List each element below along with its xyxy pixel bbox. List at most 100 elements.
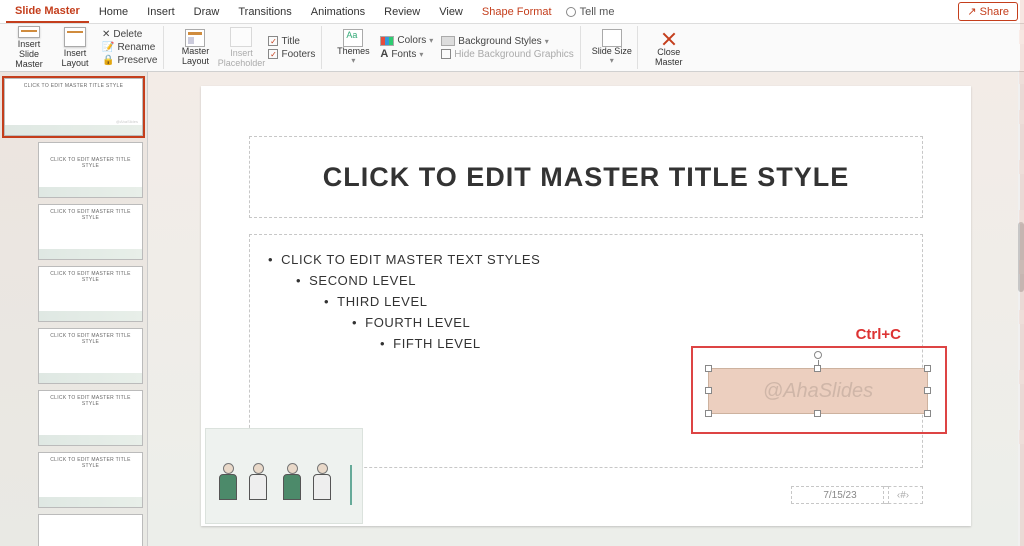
tab-draw[interactable]: Draw xyxy=(185,2,229,22)
colors-label: Colors xyxy=(397,35,426,46)
slide-number-placeholder[interactable]: ‹#› xyxy=(883,486,923,504)
preserve-label: Preserve xyxy=(117,55,157,66)
delete-label: Delete xyxy=(113,29,142,40)
tab-bar: Slide Master Home Insert Draw Transition… xyxy=(0,0,1024,24)
tab-transitions[interactable]: Transitions xyxy=(229,2,300,22)
layout-thumbnail[interactable]: CLICK TO EDIT MASTER TITLE STYLE xyxy=(38,266,143,322)
watermark-text: @AhaSlides xyxy=(763,380,873,403)
resize-handle[interactable] xyxy=(705,365,712,372)
body-level-2: SECOND LEVEL xyxy=(296,270,904,291)
insert-layout-button[interactable]: Insert Layout xyxy=(54,26,96,70)
insert-placeholder-button: Insert Placeholder xyxy=(220,26,262,70)
master-layout-icon xyxy=(185,29,205,47)
title-chk-label: Title xyxy=(281,36,300,47)
resize-handle[interactable] xyxy=(814,410,821,417)
rename-button[interactable]: 📝Rename xyxy=(100,41,159,54)
resize-handle[interactable] xyxy=(924,410,931,417)
thumb-footer-strip xyxy=(39,435,142,445)
delete-button[interactable]: ✕Delete xyxy=(100,28,159,41)
tab-view[interactable]: View xyxy=(430,2,472,22)
group-themes: Themes Colors AFonts Background Styles H… xyxy=(328,26,580,69)
thumb-footer-strip xyxy=(39,187,142,197)
thumb-title: CLICK TO EDIT MASTER TITLE STYLE xyxy=(45,395,136,407)
background-icon xyxy=(441,36,455,46)
watermark-shape[interactable]: @AhaSlides xyxy=(708,368,928,414)
master-layout-label: Master Layout xyxy=(174,47,216,67)
slide-master-icon xyxy=(18,26,40,38)
hide-background-checkbox[interactable]: Hide Background Graphics xyxy=(439,48,576,61)
body-level-1: CLICK TO EDIT MASTER TEXT STYLES xyxy=(268,249,904,270)
tab-home[interactable]: Home xyxy=(90,2,137,22)
resize-handle[interactable] xyxy=(705,387,712,394)
fonts-button[interactable]: AFonts xyxy=(378,47,435,61)
thumbnail-pane[interactable]: 1 CLICK TO EDIT MASTER TITLE STYLE @AhaS… xyxy=(0,72,148,546)
delete-icon: ✕ xyxy=(102,29,110,40)
slide-size-label: Slide Size xyxy=(592,47,632,57)
thumb-footer-strip xyxy=(5,125,142,135)
date-placeholder[interactable]: 7/15/23 xyxy=(791,486,889,504)
resize-handle[interactable] xyxy=(705,410,712,417)
layout-thumbnail[interactable]: CLICK TO EDIT MASTER TITLE STYLE xyxy=(38,204,143,260)
master-layout-button[interactable]: Master Layout xyxy=(174,26,216,70)
layout-thumbnail[interactable]: CLICK TO EDIT MASTER TITLE STYLE xyxy=(38,390,143,446)
thumb-footer-strip xyxy=(39,497,142,507)
colors-icon xyxy=(380,36,394,46)
thumb-title: CLICK TO EDIT MASTER TITLE STYLE xyxy=(11,83,136,89)
rename-label: Rename xyxy=(117,42,155,53)
annotation-highlight: @AhaSlides xyxy=(691,346,947,434)
thumb-watermark: @AhaSlides xyxy=(116,119,138,124)
themes-button[interactable]: Themes xyxy=(332,26,374,70)
slide-size-button[interactable]: Slide Size xyxy=(591,26,633,70)
slide-canvas[interactable]: CLICK TO EDIT MASTER TITLE STYLE CLICK T… xyxy=(201,86,971,526)
thumb-title: CLICK TO EDIT MASTER TITLE STYLE xyxy=(45,209,136,221)
background-styles-label: Background Styles xyxy=(458,36,541,47)
thumb-footer-strip xyxy=(39,311,142,321)
layout-thumbnail[interactable]: CLICK TO EDIT MASTER TITLE STYLE xyxy=(38,328,143,384)
share-icon: ↗ xyxy=(967,5,976,18)
share-label: Share xyxy=(980,6,1009,18)
rotate-handle[interactable] xyxy=(814,351,822,359)
tab-animations[interactable]: Animations xyxy=(302,2,374,22)
insert-placeholder-label: Insert Placeholder xyxy=(218,49,266,69)
share-button[interactable]: ↗ Share xyxy=(958,2,1018,21)
close-master-button[interactable]: Close Master xyxy=(648,26,690,70)
body-level-4: FOURTH LEVEL xyxy=(352,312,904,333)
close-master-label: Close Master xyxy=(648,48,690,68)
layout-thumbnail[interactable]: CLICK TO EDIT MASTER TITLE STYLE xyxy=(38,452,143,508)
check-icon xyxy=(268,49,278,59)
placeholder-icon xyxy=(230,27,252,47)
footers-checkbox[interactable]: Footers xyxy=(266,48,317,61)
slide-editor[interactable]: CLICK TO EDIT MASTER TITLE STYLE CLICK T… xyxy=(148,72,1024,546)
themes-icon xyxy=(343,29,363,47)
layout-insert-icon xyxy=(64,27,86,47)
preserve-button[interactable]: 🔒Preserve xyxy=(100,54,159,67)
footers-chk-label: Footers xyxy=(281,49,315,60)
layout-thumbnail[interactable]: CLICK TO EDIT MASTER TITLE STYLE xyxy=(38,142,143,198)
rename-icon: 📝 xyxy=(102,42,114,53)
title-checkbox[interactable]: Title xyxy=(266,35,317,48)
resize-handle[interactable] xyxy=(814,365,821,372)
check-icon xyxy=(268,36,278,46)
tab-insert[interactable]: Insert xyxy=(138,2,184,22)
tab-shape-format[interactable]: Shape Format xyxy=(473,2,561,22)
tab-review[interactable]: Review xyxy=(375,2,429,22)
hide-bg-label: Hide Background Graphics xyxy=(454,49,574,60)
resize-handle[interactable] xyxy=(924,387,931,394)
insert-slide-master-button[interactable]: Insert Slide Master xyxy=(8,26,50,70)
background-styles-button[interactable]: Background Styles xyxy=(439,35,576,48)
title-placeholder[interactable]: CLICK TO EDIT MASTER TITLE STYLE xyxy=(249,136,923,218)
tell-me[interactable]: Tell me xyxy=(566,6,615,18)
group-master-layout: Master Layout Insert Placeholder Title F… xyxy=(170,26,322,69)
layout-thumbnail[interactable] xyxy=(38,514,143,546)
bulb-icon xyxy=(566,7,576,17)
master-thumbnail[interactable]: CLICK TO EDIT MASTER TITLE STYLE @AhaSli… xyxy=(4,78,143,136)
colors-button[interactable]: Colors xyxy=(378,34,435,47)
tab-slide-master[interactable]: Slide Master xyxy=(6,1,89,23)
tell-me-label: Tell me xyxy=(580,6,615,18)
themes-label: Themes xyxy=(337,47,370,57)
workspace: 1 CLICK TO EDIT MASTER TITLE STYLE @AhaS… xyxy=(0,72,1024,546)
resize-handle[interactable] xyxy=(924,365,931,372)
group-size: Slide Size xyxy=(587,26,638,69)
thumb-footer-strip xyxy=(39,373,142,383)
illustration-image xyxy=(205,428,363,524)
